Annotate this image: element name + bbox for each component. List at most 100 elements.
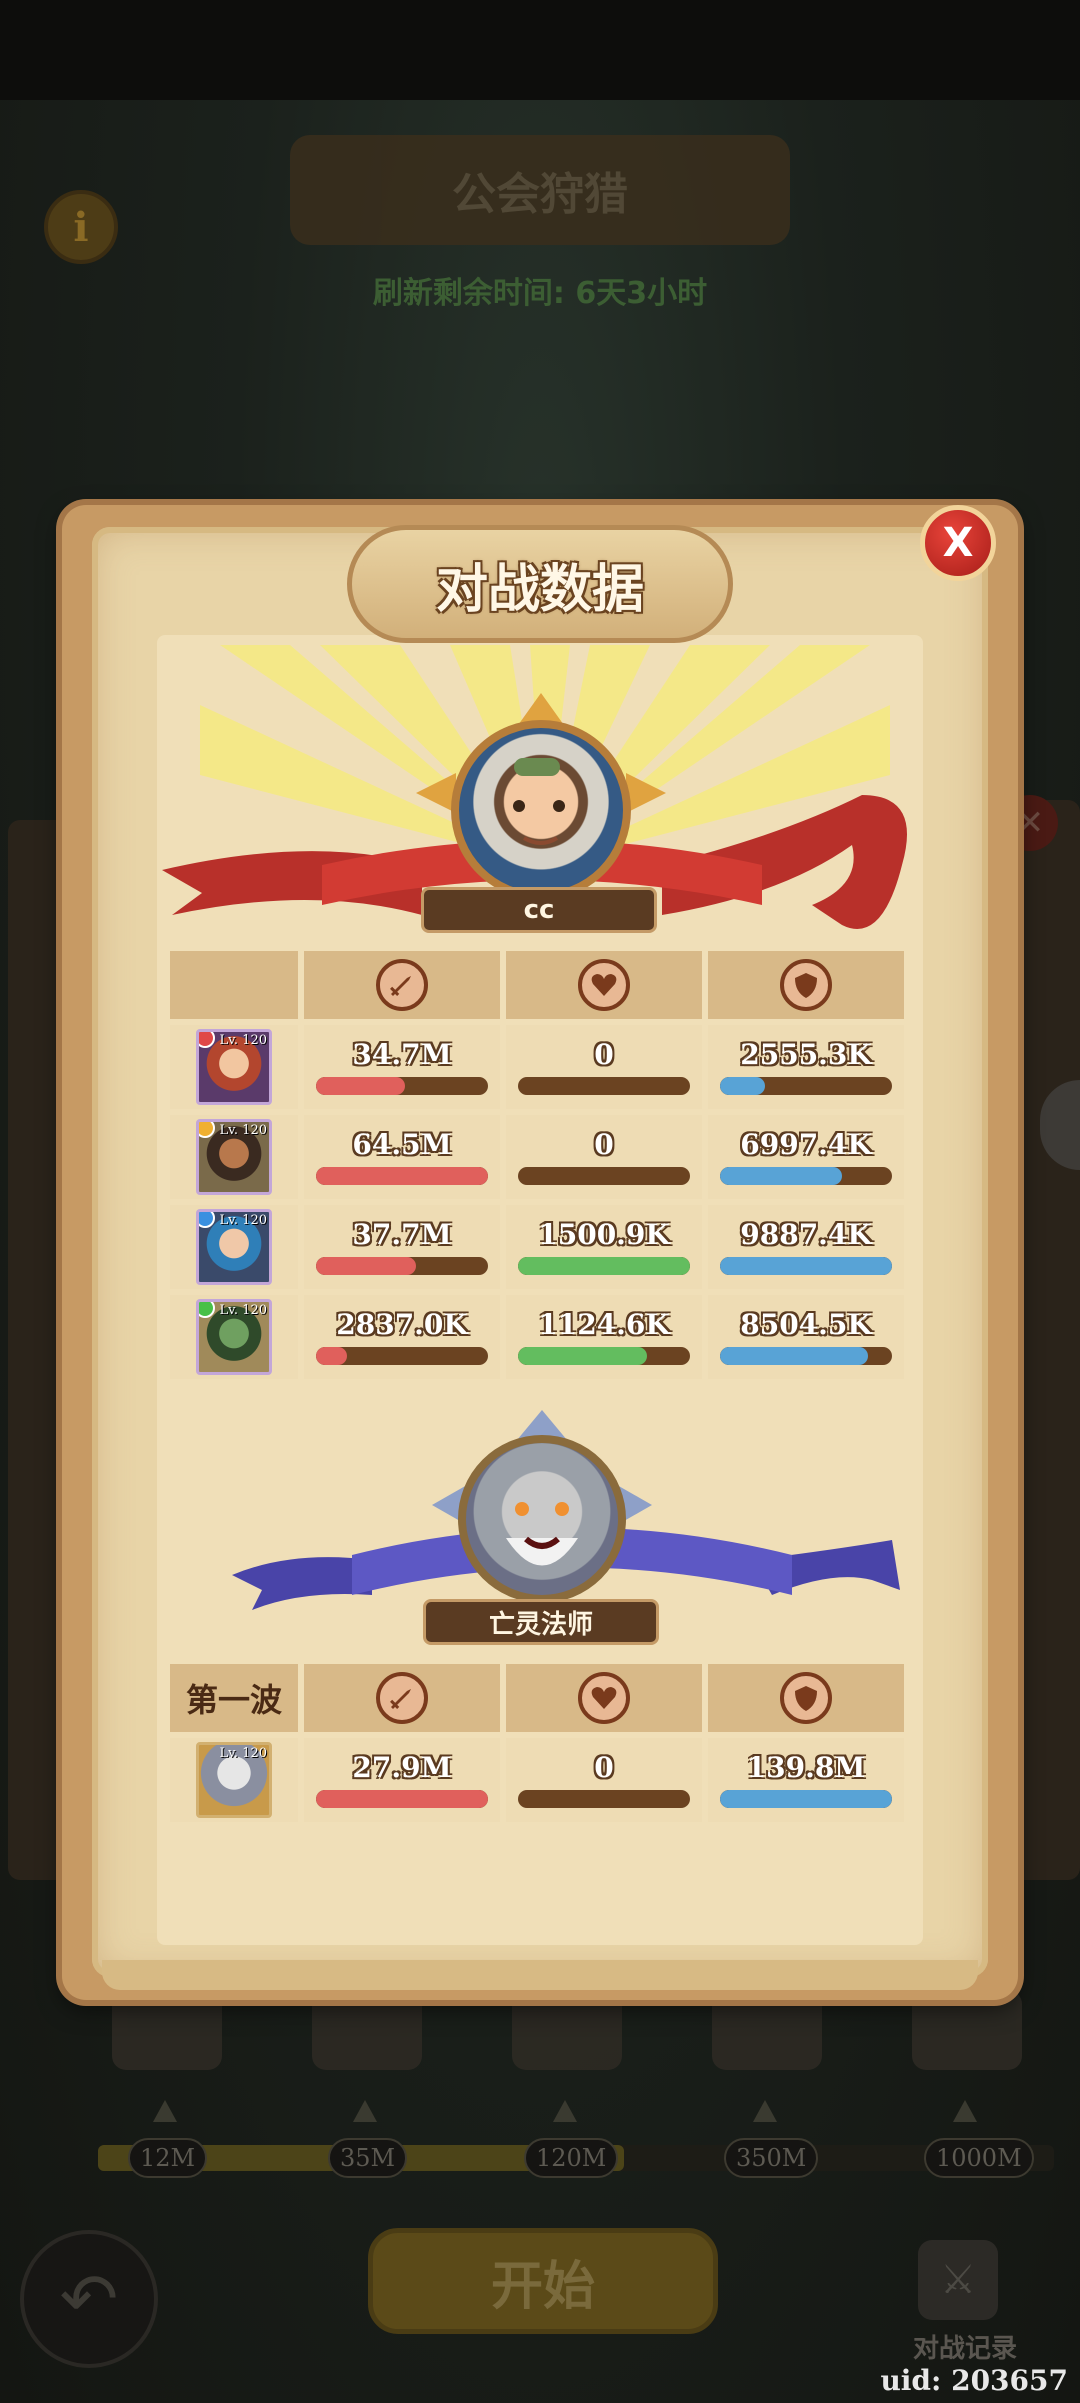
hero-thumbnail[interactable]: Lv. 120 [196, 1209, 272, 1285]
hero-gem-icon [199, 1032, 215, 1048]
close-icon: X [942, 520, 974, 566]
reward-chest [312, 1966, 422, 2070]
hero-damage-bar [316, 1167, 488, 1185]
heart-icon [578, 959, 630, 1011]
boss-heal-bar [518, 1790, 690, 1808]
battle-records-label[interactable]: 对战记录 [900, 2328, 1030, 2365]
hero-heal-cell: 1500.9K [506, 1205, 702, 1289]
hero-heal-cell: 1124.6K [506, 1295, 702, 1379]
boss-absorb-value: 139.8M [746, 1751, 866, 1784]
dialog-title: 对战数据 [435, 559, 644, 620]
hero-heal-value: 0 [594, 1128, 614, 1161]
boss-damage-value: 27.9M [352, 1751, 452, 1784]
milestone-label: 1000M [924, 2138, 1034, 2178]
milestone-label: 12M [128, 2138, 208, 2178]
hero-absorb-value: 2555.3K [740, 1038, 872, 1071]
background-side-panel-right [1010, 800, 1080, 1880]
boss-row: Lv. 120 27.9M 0 139.8M [170, 1738, 904, 1822]
battle-data-dialog: 对战数据 X cc Lv. 120 34.7M 0 2555.3K Lv. 12… [62, 505, 1018, 2000]
shield-icon [780, 1672, 832, 1724]
hero-absorb-cell: 9887.4K [708, 1205, 904, 1289]
battle-records-icon[interactable]: ⚔ [918, 2240, 998, 2320]
player-name: cc [421, 887, 657, 933]
hero-absorb-cell: 8504.5K [708, 1295, 904, 1379]
boss-thumbnail[interactable]: Lv. 120 [196, 1742, 272, 1818]
hero-thumbnail[interactable]: Lv. 120 [196, 1029, 272, 1105]
hero-absorb-value: 8504.5K [740, 1308, 872, 1341]
sword-icon [376, 1672, 428, 1724]
guild-hunt-title-text: 公会狩猎 [452, 169, 628, 220]
back-arrow-icon: ↶ [59, 2258, 119, 2340]
hero-damage-bar [316, 1347, 488, 1365]
hero-absorb-value: 9887.4K [740, 1218, 872, 1251]
hero-damage-cell: 2837.0K [304, 1295, 500, 1379]
hero-row: Lv. 120 34.7M 0 2555.3K [170, 1025, 904, 1109]
milestone-label: 120M [524, 2138, 619, 2178]
header-heal [506, 951, 702, 1019]
hero-gem-icon [199, 1212, 215, 1228]
milestone-label: 35M [328, 2138, 408, 2178]
hero-thumb-cell: Lv. 120 [170, 1115, 298, 1199]
hero-heal-cell: 0 [506, 1115, 702, 1199]
wave-label: 第一波 [185, 1681, 282, 1719]
hero-damage-value: 34.7M [352, 1038, 452, 1071]
hero-heal-bar [518, 1077, 690, 1095]
hero-heal-bar [518, 1257, 690, 1275]
hero-damage-cell: 64.5M [304, 1115, 500, 1199]
hero-damage-value: 37.7M [352, 1218, 452, 1251]
milestone-arrow-icon [353, 2100, 377, 2122]
hero-heal-cell: 0 [506, 1025, 702, 1109]
hero-damage-value: 64.5M [352, 1128, 452, 1161]
start-button[interactable]: 开始 [368, 2228, 718, 2334]
hero-row: Lv. 120 64.5M 0 6997.4K [170, 1115, 904, 1199]
refresh-timer: 刷新剩余时间: 6天3小时 [372, 276, 708, 311]
header-absorb [708, 1664, 904, 1732]
player-stats-table: Lv. 120 34.7M 0 2555.3K Lv. 120 64.5M 0 [164, 945, 910, 1385]
background-side-panel-left [8, 820, 68, 1880]
milestone-arrow-icon [953, 2100, 977, 2122]
hero-thumb-cell: Lv. 120 [170, 1205, 298, 1289]
hero-damage-value: 2837.0K [336, 1308, 468, 1341]
hero-thumb-cell: Lv. 120 [170, 1295, 298, 1379]
boss-stats-table: 第一波 Lv. 120 27.9M 0 139.8M [164, 1658, 910, 1828]
shield-icon [780, 959, 832, 1011]
back-button[interactable]: ↶ [20, 2230, 158, 2368]
milestone-label: 350M [724, 2138, 819, 2178]
hero-row: Lv. 120 2837.0K 1124.6K 8504.5K [170, 1295, 904, 1379]
reward-chests [0, 1966, 1080, 2110]
boss-damage-cell: 27.9M [304, 1738, 500, 1822]
hero-thumbnail[interactable]: Lv. 120 [196, 1299, 272, 1375]
header-damage [304, 951, 500, 1019]
hero-absorb-cell: 2555.3K [708, 1025, 904, 1109]
player-avatar [451, 720, 631, 900]
header-damage [304, 1664, 500, 1732]
info-icon[interactable]: i [44, 190, 118, 264]
hero-heal-value: 1500.9K [538, 1218, 670, 1251]
hero-heal-bar [518, 1347, 690, 1365]
boss-name: 亡灵法师 [423, 1599, 659, 1645]
hero-heal-value: 0 [594, 1038, 614, 1071]
header-heal [506, 1664, 702, 1732]
hero-level: Lv. 120 [219, 1033, 267, 1048]
close-button[interactable]: X [920, 505, 996, 581]
hero-damage-cell: 37.7M [304, 1205, 500, 1289]
hero-damage-cell: 34.7M [304, 1025, 500, 1109]
boss-heal-cell: 0 [506, 1738, 702, 1822]
guild-hunt-title: 公会狩猎 [290, 135, 790, 245]
hero-damage-bar [316, 1257, 488, 1275]
hero-gem-icon [199, 1302, 215, 1318]
hero-absorb-cell: 6997.4K [708, 1115, 904, 1199]
dialog-title-plate: 对战数据 [347, 525, 733, 643]
hero-level: Lv. 120 [219, 1213, 267, 1228]
boss-heal-value: 0 [594, 1751, 614, 1784]
boss-avatar [458, 1435, 626, 1603]
reward-chest [512, 1966, 622, 2070]
hero-row: Lv. 120 37.7M 1500.9K 9887.4K [170, 1205, 904, 1289]
hero-level: Lv. 120 [219, 1303, 267, 1318]
hero-gem-icon [199, 1122, 215, 1138]
hero-thumbnail[interactable]: Lv. 120 [196, 1119, 272, 1195]
boss-face-icon [506, 1502, 578, 1566]
wave-label-cell: 第一波 [170, 1664, 298, 1732]
hero-level: Lv. 120 [219, 1123, 267, 1138]
heart-icon [578, 1672, 630, 1724]
